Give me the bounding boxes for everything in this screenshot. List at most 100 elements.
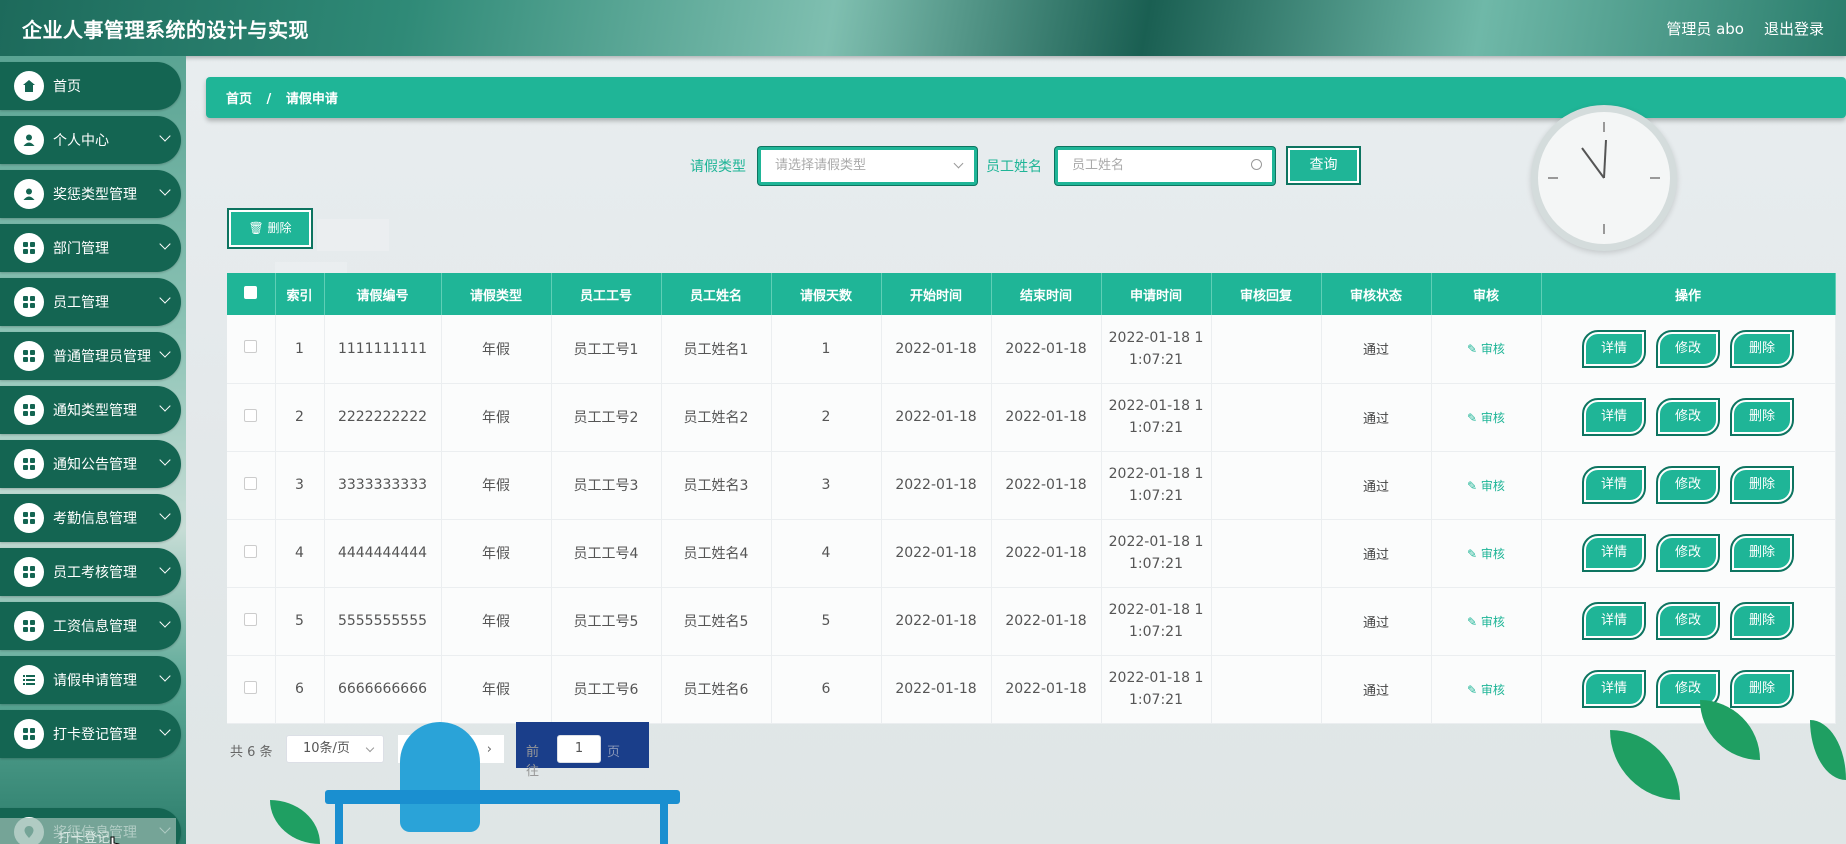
row-select-cell <box>227 519 276 588</box>
sidebar-item[interactable]: 奖惩类型管理 <box>0 170 181 218</box>
delete-button[interactable]: 删除 <box>1730 466 1794 504</box>
edit-button[interactable]: 修改 <box>1656 602 1720 640</box>
edit-pen-icon: ✎ <box>1467 546 1481 561</box>
next-page-icon[interactable]: › <box>487 742 492 757</box>
delete-button[interactable]: 删除 <box>1730 602 1794 640</box>
audit-link[interactable]: ✎ 审核 <box>1467 615 1505 629</box>
batch-delete-button[interactable]: 🗑 删除 <box>227 208 313 249</box>
goto-page-input[interactable]: 1 <box>557 735 601 763</box>
audit-link[interactable]: ✎ 审核 <box>1467 683 1505 697</box>
apply-time-line: 1:07:21 <box>1129 692 1183 708</box>
sidebar-item[interactable]: 部门管理 <box>0 224 181 272</box>
cell-end-time: 2022-01-18 <box>991 451 1102 520</box>
audit-link[interactable]: ✎ 审核 <box>1467 411 1505 425</box>
cell-index: 1 <box>275 315 325 384</box>
submenu-item-checkin[interactable]: 打卡登记 <box>0 818 176 844</box>
sidebar-item[interactable]: 工资信息管理 <box>0 602 181 650</box>
sidebar-item[interactable]: 员工管理 <box>0 278 181 326</box>
cell-employee-name: 员工姓名3 <box>661 451 772 520</box>
chevron-down-icon <box>159 454 171 466</box>
edit-button[interactable]: 修改 <box>1656 534 1720 572</box>
edit-button[interactable]: 修改 <box>1656 329 1720 368</box>
cell-actions: 详情 修改 删除 <box>1541 451 1836 520</box>
cell-end-time: 2022-01-18 <box>991 315 1102 384</box>
sidebar-item[interactable]: 普通管理员管理 <box>0 332 181 380</box>
cell-audit-status: 通过 <box>1321 451 1432 520</box>
delete-button[interactable]: 删除 <box>1730 398 1794 436</box>
cell-leave-code: 5555555555 <box>324 587 442 656</box>
detail-button[interactable]: 详情 <box>1582 398 1646 436</box>
cell-audit-reply <box>1211 519 1322 588</box>
top-header: 企业人事管理系统的设计与实现 管理员 abo 退出登录 <box>0 0 1846 56</box>
logout-link[interactable]: 退出登录 <box>1764 18 1824 39</box>
cell-leave-code: 3333333333 <box>324 451 442 520</box>
row-checkbox[interactable] <box>244 680 258 694</box>
audit-link[interactable]: ✎ 审核 <box>1467 547 1505 561</box>
row-checkbox[interactable] <box>244 544 258 558</box>
query-button[interactable]: 查询 <box>1286 146 1361 185</box>
leave-type-select[interactable]: 请选择请假类型 <box>758 147 977 185</box>
chevron-down-icon <box>159 184 171 196</box>
apply-time-line: 1:07:21 <box>1129 624 1183 640</box>
sidebar-item[interactable]: 考勤信息管理 <box>0 494 181 542</box>
column-header: 请假类型 <box>441 273 552 315</box>
row-checkbox[interactable] <box>244 612 258 626</box>
audit-link-label: 审核 <box>1480 478 1505 493</box>
cell-index: 2 <box>275 383 325 452</box>
sidebar-item[interactable]: 通知类型管理 <box>0 386 181 434</box>
chevron-down-icon <box>159 670 171 682</box>
trash-icon: 🗑 <box>248 221 264 235</box>
detail-button[interactable]: 详情 <box>1582 466 1646 504</box>
sidebar-item-label: 部门管理 <box>53 241 109 257</box>
select-all-checkbox[interactable] <box>244 285 258 299</box>
audit-link[interactable]: ✎ 审核 <box>1467 342 1505 356</box>
edit-button[interactable]: 修改 <box>1656 398 1720 436</box>
cell-end-time: 2022-01-18 <box>991 519 1102 588</box>
detail-button[interactable]: 详情 <box>1582 534 1646 572</box>
cell-end-time: 2022-01-18 <box>991 587 1102 656</box>
cell-actions: 详情 修改 删除 <box>1541 383 1836 452</box>
leave-type-label: 请假类型 <box>690 159 746 175</box>
cell-audit-status: 通过 <box>1321 519 1432 588</box>
row-checkbox[interactable] <box>244 476 258 490</box>
grid-icon <box>14 611 44 641</box>
row-checkbox[interactable] <box>244 408 258 422</box>
detail-button[interactable]: 详情 <box>1582 329 1646 368</box>
audit-link[interactable]: ✎ 审核 <box>1467 479 1505 493</box>
sidebar-item[interactable]: 打卡登记管理 <box>0 710 181 758</box>
delete-button[interactable]: 删除 <box>1730 534 1794 572</box>
delete-button[interactable]: 删除 <box>1730 329 1794 368</box>
sidebar-item[interactable]: 首页 <box>0 62 181 110</box>
cell-employee-name: 员工姓名1 <box>661 315 772 384</box>
sidebar-item[interactable]: 个人中心 <box>0 116 181 164</box>
cell-index: 6 <box>275 655 325 724</box>
chevron-down-icon <box>159 238 171 250</box>
page-size-value: 10条/页 <box>303 741 350 756</box>
sidebar-item[interactable]: 通知公告管理 <box>0 440 181 488</box>
cell-audit: ✎ 审核 <box>1431 451 1542 520</box>
chevron-down-icon <box>159 346 171 358</box>
cell-employee-no: 员工工号3 <box>551 451 662 520</box>
sidebar-item[interactable]: 请假申请管理 <box>0 656 181 704</box>
table-row: 5 5555555555 年假 员工工号5 员工姓名5 5 2022-01-18 2022-0… <box>227 587 1836 656</box>
sidebar-item-label: 工资信息管理 <box>53 619 137 635</box>
row-select-cell <box>227 587 276 656</box>
cell-apply-time: 2022-01-18 1 1:07:21 <box>1101 315 1212 384</box>
breadcrumb-home[interactable]: 首页 <box>226 92 252 107</box>
cell-audit: ✎ 审核 <box>1431 315 1542 384</box>
sidebar-item[interactable]: 员工考核管理 <box>0 548 181 596</box>
page-size-select[interactable]: 10条/页 <box>286 735 384 763</box>
cell-index: 4 <box>275 519 325 588</box>
detail-button[interactable]: 详情 <box>1582 602 1646 640</box>
apply-time-line: 1:07:21 <box>1129 556 1183 572</box>
grid-icon <box>14 233 44 263</box>
delete-button[interactable]: 删除 <box>1730 670 1794 708</box>
edit-button[interactable]: 修改 <box>1656 466 1720 504</box>
cell-audit-reply <box>1211 383 1322 452</box>
sidebar-item-label: 员工管理 <box>53 295 109 311</box>
row-checkbox[interactable] <box>244 340 258 354</box>
detail-button[interactable]: 详情 <box>1582 670 1646 708</box>
employee-name-input[interactable]: 员工姓名 <box>1055 147 1275 185</box>
sidebar-item-label: 通知类型管理 <box>53 403 137 419</box>
cell-end-time: 2022-01-18 <box>991 383 1102 452</box>
